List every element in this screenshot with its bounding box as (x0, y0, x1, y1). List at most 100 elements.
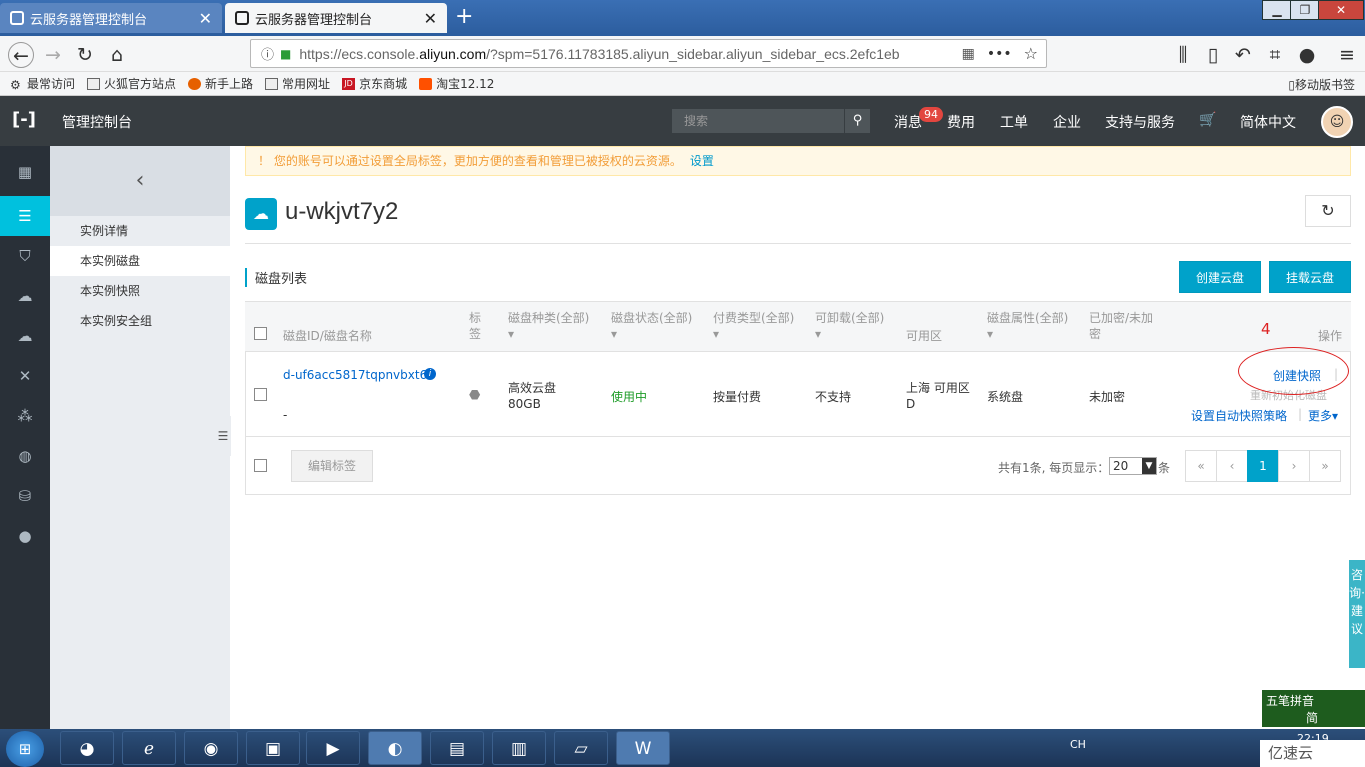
internet-explorer-icon[interactable]: ℯ (122, 731, 176, 765)
console-title[interactable]: 管理控制台 (62, 112, 132, 132)
url-bar[interactable]: ⓘ ■ https://ecs.console.aliyun.com/?spm=… (250, 39, 1047, 68)
sidebar-toggle-icon[interactable]: ▯ (1200, 42, 1226, 68)
close-tab-icon[interactable]: ✕ (199, 9, 212, 28)
bookmark-star-icon[interactable]: ☆ (1024, 44, 1038, 63)
app-icon-color-ball[interactable]: ◕ (60, 731, 114, 765)
notice-text: ！ 您的账号可以通过设置全局标签，更加方便的查看和管理已被授权的云资源。 (258, 154, 682, 168)
calculator-icon[interactable]: ▥ (492, 731, 546, 765)
info-icon[interactable]: i (424, 368, 436, 380)
prev-page-button[interactable]: ‹ (1216, 450, 1248, 482)
column-header-status[interactable]: 磁盘状态(全部) ▾ (611, 310, 692, 342)
search-icon[interactable]: ⚲ (844, 109, 870, 133)
create-disk-button[interactable]: 创建云盘 (1179, 261, 1261, 293)
nav-billing[interactable]: 费用 (947, 112, 975, 132)
ime-toolbar[interactable]: 五笔拼音简 (1262, 690, 1365, 727)
info-icon[interactable]: ⓘ (261, 44, 274, 63)
browser-tab-1[interactable]: 云服务器管理控制台 ✕ (0, 3, 222, 33)
new-tab-icon[interactable]: + (455, 4, 473, 29)
nav-support[interactable]: 支持与服务 (1105, 112, 1175, 132)
nav-enterprise[interactable]: 企业 (1053, 112, 1081, 132)
undo-icon[interactable]: ↶ (1230, 42, 1256, 68)
submenu-item-instance-details[interactable]: 实例详情 (50, 216, 230, 246)
refresh-button[interactable]: ↻ (1305, 195, 1351, 227)
minimize-window-button[interactable]: ▁ (1262, 0, 1292, 20)
cart-icon[interactable]: 🛒 (1199, 112, 1216, 128)
nav-messages[interactable]: 消息 (894, 112, 922, 132)
reload-icon[interactable]: ↻ (72, 42, 98, 68)
taobao-logo-icon (419, 77, 433, 90)
bookmark-taobao[interactable]: 淘宝12.12 (419, 75, 494, 92)
search-input[interactable]: 搜索 (672, 109, 844, 133)
system-tray[interactable]: CH (1070, 738, 1086, 751)
page-size-value: 20 (1113, 459, 1129, 473)
firefox-taskbar-icon[interactable]: ◐ (368, 731, 422, 765)
consult-feedback-tab[interactable]: 咨询·建议 (1349, 560, 1365, 668)
bookmark-firefox-site[interactable]: 火狐官方站点 (87, 75, 176, 92)
row-checkbox[interactable] (254, 388, 267, 401)
grid-apps-icon[interactable]: ▦ (0, 152, 50, 192)
auto-snapshot-policy-link[interactable]: 设置自动快照策略 (1191, 407, 1287, 424)
shield-icon[interactable]: ⛉ (0, 236, 50, 276)
bookmark-common-sites[interactable]: 常用网址 (265, 75, 330, 92)
back-arrow-icon[interactable]: ← (8, 42, 34, 68)
video-player-icon[interactable]: ▶ (306, 731, 360, 765)
iqiyi-icon[interactable]: ▣ (246, 731, 300, 765)
avatar[interactable]: ☺ (1321, 106, 1353, 138)
disk-id-link[interactable]: d-uf6acc5817tqpnvbxt6z (283, 368, 434, 382)
browser-tab-2[interactable]: 云服务器管理控制台 ✕ (225, 3, 447, 33)
circle-icon[interactable]: ● (0, 516, 50, 556)
last-page-button[interactable]: » (1309, 450, 1341, 482)
column-header-disk-type[interactable]: 磁盘种类(全部) ▾ (508, 310, 589, 342)
qr-code-icon[interactable]: ▦ (962, 46, 975, 62)
first-page-button[interactable]: « (1185, 450, 1217, 482)
next-page-button[interactable]: › (1278, 450, 1310, 482)
more-dropdown[interactable]: 更多▾ (1308, 407, 1338, 424)
column-header-billing[interactable]: 付费类型(全部) ▾ (713, 310, 794, 342)
aliyun-logo-icon[interactable]: [-] (12, 110, 38, 130)
column-header-attribute[interactable]: 磁盘属性(全部) ▾ (987, 310, 1068, 342)
footer-select-checkbox[interactable] (254, 459, 267, 472)
select-all-checkbox[interactable] (254, 327, 267, 340)
start-button-icon[interactable]: ⊞ (6, 731, 44, 767)
notepad-icon[interactable]: ▱ (554, 731, 608, 765)
tools-icon[interactable]: ✕ (0, 356, 50, 396)
edit-tags-button[interactable]: 编辑标签 (291, 450, 373, 482)
submenu-item-security-groups[interactable]: 本实例安全组 (50, 306, 230, 336)
tag-icon[interactable]: ⬣ (469, 388, 480, 403)
back-chevron-icon[interactable]: ‹ (50, 146, 230, 216)
globe-icon[interactable]: ◍ (0, 436, 50, 476)
column-header-tag: 标签 (469, 310, 481, 342)
file-explorer-icon[interactable]: ▤ (430, 731, 484, 765)
bookmark-most-visited[interactable]: ⚙ 最常访问 (10, 75, 75, 92)
browser-green-icon[interactable]: ◉ (184, 731, 238, 765)
notice-settings-link[interactable]: 设置 (690, 154, 714, 168)
page-actions-icon[interactable]: ••• (987, 46, 1012, 62)
server-list-icon[interactable]: ☰ (0, 196, 50, 236)
close-window-button[interactable]: ✕ (1318, 0, 1364, 20)
submenu-item-snapshots[interactable]: 本实例快照 (50, 276, 230, 306)
maximize-window-button[interactable]: ❐ (1290, 0, 1320, 20)
page-size-select[interactable]: 20 ▼ (1109, 457, 1157, 475)
library-icon[interactable]: ⫼ (1170, 42, 1196, 68)
word-icon[interactable]: W (616, 731, 670, 765)
page-1-button[interactable]: 1 (1247, 450, 1279, 482)
chat-icon[interactable]: ● (1294, 42, 1320, 68)
column-header-detachable[interactable]: 可卸载(全部) ▾ (815, 310, 884, 342)
bookmark-getting-started[interactable]: 新手上路 (188, 75, 253, 92)
nav-tickets[interactable]: 工单 (1000, 112, 1028, 132)
database-icon[interactable]: ⛁ (0, 476, 50, 516)
close-tab-icon[interactable]: ✕ (424, 9, 437, 28)
network-icon[interactable]: ⁂ (0, 396, 50, 436)
collapse-menu-icon[interactable]: ☰ (215, 416, 231, 456)
attach-disk-button[interactable]: 挂载云盘 (1269, 261, 1351, 293)
cloud-upload-icon[interactable]: ☁ (0, 316, 50, 356)
nav-language[interactable]: 简体中文 (1240, 112, 1296, 132)
submenu-item-disks[interactable]: 本实例磁盘 (50, 246, 230, 276)
crop-icon[interactable]: ⌗ (1262, 42, 1288, 68)
cloud-icon[interactable]: ☁ (0, 276, 50, 316)
home-icon[interactable]: ⌂ (104, 42, 130, 68)
forward-arrow-icon[interactable]: → (40, 42, 66, 68)
bookmark-jd[interactable]: JD 京东商城 (342, 75, 407, 92)
mobile-bookmarks[interactable]: ▯移动版书签 (1288, 76, 1355, 93)
menu-icon[interactable]: ≡ (1334, 42, 1360, 68)
